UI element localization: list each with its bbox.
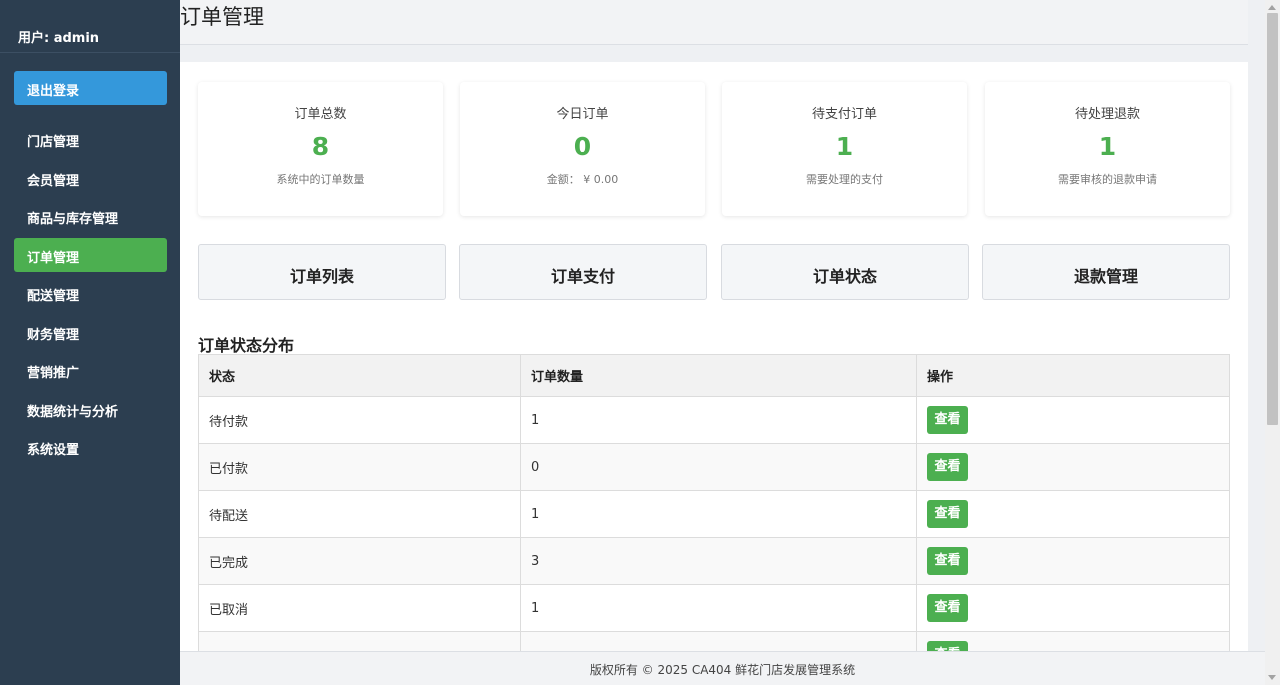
vertical-scrollbar[interactable] [1265,0,1280,685]
table-row: 待配送 1 查看 [198,490,1230,538]
table-row: 已付款 0 查看 [198,443,1230,491]
stat-value: 8 [311,132,330,161]
column-header-status: 状态 [198,354,521,397]
sidebar-item-delivery[interactable]: 配送管理 [14,276,167,310]
status-cell: 已付款 [198,443,521,491]
count-cell: 1 [520,396,917,444]
view-button[interactable]: 查看 [927,406,968,434]
status-cell [198,631,521,651]
sidebar-item-finance[interactable]: 财务管理 [14,315,167,349]
view-button[interactable]: 查看 [927,594,968,622]
action-cell: 查看 [916,443,1230,491]
count-cell [520,631,917,651]
stat-subtext: 需要处理的支付 [806,173,883,186]
page-header: 订单管理 [180,0,1248,45]
sidebar-item-settings[interactable]: 系统设置 [14,430,167,464]
scroll-up-icon[interactable] [1268,5,1276,10]
action-cell: 查看 [916,490,1230,538]
stat-value: 1 [1098,132,1117,161]
stat-card-pending-refund: 待处理退款 1 需要审核的退款申请 [985,82,1230,216]
table-row: 已完成 3 查看 [198,537,1230,585]
page-footer: 版权所有 © 2025 CA404 鲜花门店发展管理系统 [180,651,1265,685]
stat-card-total-orders: 订单总数 8 系统中的订单数量 [198,82,443,216]
scroll-thumb[interactable] [1267,13,1278,425]
action-cell: 查看 [916,631,1230,651]
logout-button[interactable]: 退出登录 [14,71,167,105]
column-header-action: 操作 [916,354,1230,397]
action-cell: 查看 [916,584,1230,632]
order-status-table: 状态 订单数量 操作 待付款 1 查看 已付款 0 查看 待配送 1 查看 已完… [198,354,1230,651]
action-cell: 查看 [916,396,1230,444]
stat-value: 1 [835,132,854,161]
stat-label: 今日订单 [556,107,609,122]
count-cell: 0 [520,443,917,491]
count-cell: 1 [520,584,917,632]
table-row: 待付款 1 查看 [198,396,1230,444]
table-header-row: 状态 订单数量 操作 [198,354,1230,397]
stat-subtext: 需要审核的退款申请 [1058,173,1157,186]
stat-card-today-orders: 今日订单 0 金额： ¥ 0.00 [460,82,705,216]
table-row: 已取消 1 查看 [198,584,1230,632]
action-cell: 查看 [916,537,1230,585]
sidebar-item-members[interactable]: 会员管理 [14,161,167,195]
sidebar: 用户: admin 退出登录 门店管理 会员管理 商品与库存管理 订单管理 配送… [0,0,180,685]
sidebar-item-marketing[interactable]: 营销推广 [14,353,167,387]
table-row: 查看 [198,631,1230,651]
count-cell: 1 [520,490,917,538]
status-cell: 待付款 [198,396,521,444]
section-title: 订单状态分布 [198,336,295,355]
stat-subtext: 系统中的订单数量 [276,173,365,186]
sidebar-item-orders[interactable]: 订单管理 [14,237,167,272]
page-title: 订单管理 [180,5,264,29]
stat-label: 待处理退款 [1074,107,1140,122]
scroll-down-icon[interactable] [1268,675,1276,680]
sidebar-item-products[interactable]: 商品与库存管理 [14,199,167,233]
status-cell: 已完成 [198,537,521,585]
main-content: 订单总数 8 系统中的订单数量 今日订单 0 金额： ¥ 0.00 待支付订单 … [180,62,1248,651]
order-list-button[interactable]: 订单列表 [198,244,446,300]
sidebar-item-store[interactable]: 门店管理 [14,122,167,156]
refund-management-button[interactable]: 退款管理 [982,244,1230,300]
view-button[interactable]: 查看 [927,641,968,651]
stat-label: 待支付订单 [811,107,877,122]
status-cell: 已取消 [198,584,521,632]
view-button[interactable]: 查看 [927,500,968,528]
view-button[interactable]: 查看 [927,547,968,575]
count-cell: 3 [520,537,917,585]
sidebar-item-analytics[interactable]: 数据统计与分析 [14,392,167,426]
stat-card-pending-payment: 待支付订单 1 需要处理的支付 [722,82,967,216]
order-payment-button[interactable]: 订单支付 [459,244,707,300]
order-status-button[interactable]: 订单状态 [721,244,969,300]
view-button[interactable]: 查看 [927,453,968,481]
column-header-count: 订单数量 [520,354,917,397]
sidebar-nav: 门店管理 会员管理 商品与库存管理 订单管理 配送管理 财务管理 营销推广 数据… [14,122,167,469]
stat-subtext: 金额： ¥ 0.00 [546,173,619,186]
user-label: 用户: admin [0,0,180,53]
status-cell: 待配送 [198,490,521,538]
stat-label: 订单总数 [294,107,347,122]
stat-value: 0 [573,132,592,161]
